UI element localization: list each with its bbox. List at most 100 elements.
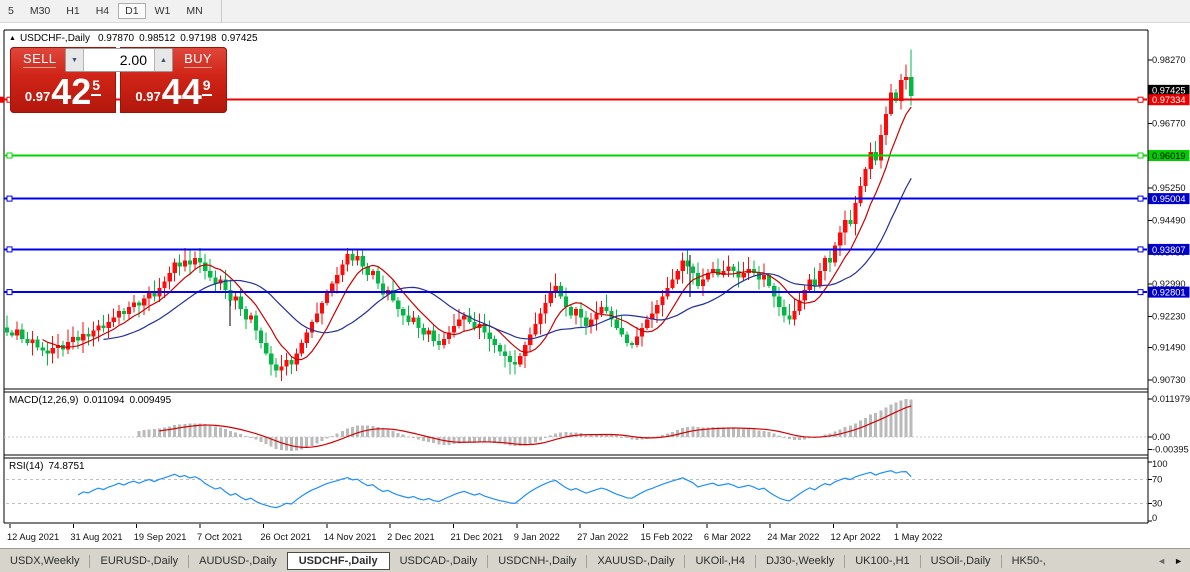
candle <box>843 220 847 233</box>
candle <box>818 271 822 286</box>
candle <box>168 273 172 281</box>
macd-histogram-bar <box>752 429 755 437</box>
candle <box>432 330 436 341</box>
tab-usoil[interactable]: USOil-,Daily <box>921 552 1001 570</box>
candle <box>147 293 151 299</box>
macd-histogram-bar <box>239 434 242 437</box>
tab-dj30[interactable]: DJ30-,Weekly <box>756 552 844 570</box>
line-handle[interactable] <box>1138 290 1143 295</box>
current-price-badge-label: 0.97425 <box>1152 85 1186 95</box>
line-handle[interactable] <box>1138 153 1143 158</box>
volume-decrease-button[interactable]: ▼ <box>66 49 84 71</box>
macd-histogram-bar <box>859 421 862 437</box>
tab-scroll-left-icon[interactable]: ◄ <box>1153 556 1170 566</box>
candle <box>564 296 568 307</box>
macd-histogram-bar <box>554 433 557 437</box>
macd-histogram-bar <box>788 437 791 439</box>
candle <box>569 307 573 315</box>
macd-histogram-bar <box>331 436 334 437</box>
rsi-tick-label: 70 <box>1152 475 1162 485</box>
candle <box>848 220 852 224</box>
macd-histogram-bar <box>254 437 257 440</box>
candle <box>46 351 50 354</box>
candle <box>518 356 522 364</box>
rsi-label: RSI(14)74.8751 <box>9 461 90 472</box>
macd-histogram-bar <box>529 437 532 444</box>
date-label: 14 Nov 2021 <box>324 532 377 542</box>
line-handle[interactable] <box>1138 247 1143 252</box>
macd-histogram-bar <box>168 427 171 437</box>
macd-histogram-bar <box>696 427 699 437</box>
volume-spinner: ▼ 2.00 ▲ <box>65 48 173 72</box>
collapse-arrow-icon[interactable]: ▲ <box>9 35 16 42</box>
tab-usdcnh[interactable]: USDCNH-,Daily <box>488 552 586 570</box>
candle <box>122 311 126 314</box>
macd-label: MACD(12,26,9)0.0110940.009495 <box>9 395 176 406</box>
price-tick-label: 0.90730 <box>1152 375 1186 385</box>
one-click-trading-panel: SELL 0.97425 BUY 0.97449 ▼ 2.00 ▲ <box>10 47 227 113</box>
candle <box>188 260 192 264</box>
sell-price-prefix: 0.97 <box>25 89 50 104</box>
macd-histogram-bar <box>895 403 898 437</box>
candle <box>234 296 238 300</box>
candle <box>599 307 603 313</box>
macd-histogram-bar <box>630 437 633 439</box>
macd-histogram-bar <box>422 437 425 441</box>
macd-histogram-bar <box>905 399 908 437</box>
sell-label[interactable]: SELL <box>23 51 56 68</box>
macd-histogram-bar <box>463 437 466 442</box>
macd-histogram-bar <box>889 404 892 437</box>
macd-signal-value: 0.009495 <box>129 395 171 406</box>
macd-histogram-bar <box>742 429 745 437</box>
candle <box>76 337 80 340</box>
candle <box>782 307 786 315</box>
tab-hk50[interactable]: HK50-, <box>1002 552 1056 570</box>
macd-histogram-bar <box>544 437 547 438</box>
tab-ukoil[interactable]: UKOil-,H4 <box>685 552 755 570</box>
candle <box>274 364 278 370</box>
candle <box>300 343 304 354</box>
macd-histogram-bar <box>326 437 329 439</box>
candle <box>594 313 598 319</box>
candle <box>350 254 354 260</box>
macd-histogram-bar <box>143 430 146 437</box>
candle <box>533 324 537 335</box>
line-handle[interactable] <box>1138 196 1143 201</box>
tab-usdx[interactable]: USDX,Weekly <box>0 552 89 570</box>
tab-eurusd[interactable]: EURUSD-,Daily <box>90 552 188 570</box>
macd-histogram-bar <box>864 418 867 437</box>
macd-histogram-bar <box>381 428 384 437</box>
candle <box>305 332 309 343</box>
candle <box>112 318 116 322</box>
tab-uk100[interactable]: UK100-,H1 <box>845 552 919 570</box>
tab-scroll-right-icon[interactable]: ► <box>1170 556 1187 566</box>
line-handle[interactable] <box>7 247 12 252</box>
line-handle[interactable] <box>7 290 12 295</box>
tab-usdchf[interactable]: USDCHF-,Daily <box>287 552 390 570</box>
candle <box>335 275 339 283</box>
macd-histogram-bar <box>417 437 420 439</box>
price-tick-label: 0.91490 <box>1152 343 1186 353</box>
volume-increase-button[interactable]: ▲ <box>154 49 172 71</box>
candle <box>396 301 400 309</box>
candle <box>726 267 730 271</box>
buy-label[interactable]: BUY <box>184 51 212 68</box>
candle <box>493 339 497 345</box>
line-handle[interactable] <box>1138 97 1143 102</box>
tab-audusd[interactable]: AUDUSD-,Daily <box>189 552 287 570</box>
candle <box>15 329 19 335</box>
volume-input[interactable]: 2.00 <box>84 49 154 71</box>
macd-histogram-bar <box>879 411 882 437</box>
candle <box>853 203 857 224</box>
macd-histogram-bar <box>549 436 552 437</box>
price-tick-label: 0.94490 <box>1152 215 1186 225</box>
candle <box>183 260 187 266</box>
line-handle[interactable] <box>7 196 12 201</box>
date-label: 27 Jan 2022 <box>577 532 628 542</box>
candle <box>5 327 9 332</box>
tab-xauusd[interactable]: XAUUSD-,Daily <box>587 552 684 570</box>
line-handle[interactable] <box>7 153 12 158</box>
macd-histogram-bar <box>138 431 141 437</box>
tab-usdcad[interactable]: USDCAD-,Daily <box>390 552 488 570</box>
price-tick-label: 0.96770 <box>1152 119 1186 129</box>
